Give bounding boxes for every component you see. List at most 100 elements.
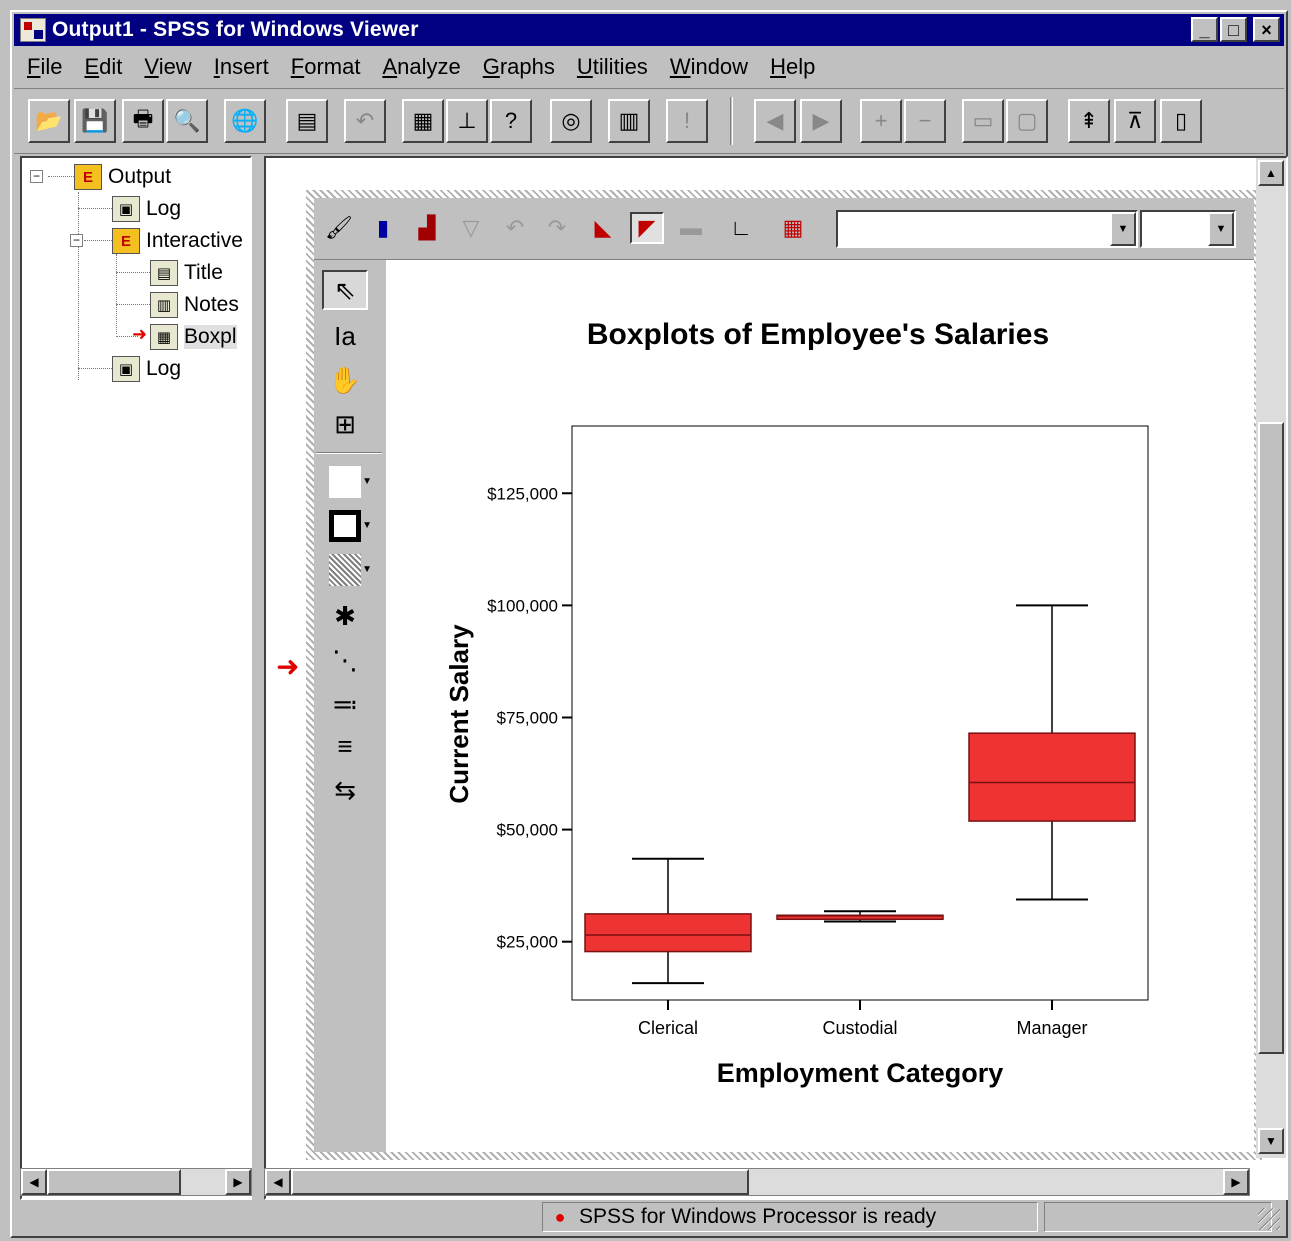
axis-icon[interactable]: ∟ bbox=[724, 212, 758, 244]
fill-color-tool[interactable]: ▼ bbox=[322, 462, 372, 502]
scroll-down-arrow-icon[interactable]: ▼ bbox=[1258, 1128, 1284, 1154]
hand-tool-icon[interactable]: ✋ bbox=[322, 360, 368, 400]
menu-view[interactable]: View bbox=[133, 54, 202, 80]
status-cell-empty bbox=[1044, 1202, 1272, 1232]
chevron-down-icon[interactable]: ▼ bbox=[1110, 212, 1136, 246]
content-horizontal-scrollbar[interactable]: ◀ ▶ bbox=[264, 1168, 1250, 1196]
spss-app-icon[interactable] bbox=[20, 18, 46, 42]
size-combo[interactable]: ▼ bbox=[1140, 210, 1236, 248]
menu-utilities[interactable]: Utilities bbox=[566, 54, 659, 80]
menu-edit[interactable]: Edit bbox=[73, 54, 133, 80]
use-sets-icon[interactable]: ◎ bbox=[550, 99, 592, 143]
filter-icon[interactable]: ▽ bbox=[454, 212, 488, 244]
undo-icon[interactable]: ↶ bbox=[344, 99, 386, 143]
back-arrow-icon[interactable]: ◀ bbox=[754, 99, 796, 143]
chart-undo-icon[interactable]: ↶ bbox=[498, 212, 532, 244]
insert-heading-icon[interactable]: ⇞ bbox=[1068, 99, 1110, 143]
collapse-icon[interactable]: − bbox=[904, 99, 946, 143]
marker-tool-icon[interactable]: ✱ bbox=[322, 596, 368, 636]
chart-redo-icon[interactable]: ↷ bbox=[540, 212, 574, 244]
collapse-interactive-toggle[interactable]: − bbox=[70, 234, 83, 247]
arrow-style-tool-icon[interactable]: ⇆ bbox=[322, 770, 368, 810]
menu-bar: File Edit View Insert Format Analyze Gra… bbox=[16, 50, 826, 84]
menu-analyze[interactable]: Analyze bbox=[371, 54, 471, 80]
tree-connector bbox=[78, 192, 79, 380]
chart-properties-icon[interactable]: ▦ bbox=[776, 212, 810, 244]
close-button[interactable]: × bbox=[1253, 17, 1280, 42]
tree-item-title[interactable]: ▤ Title bbox=[150, 258, 223, 288]
box-clerical bbox=[584, 913, 752, 953]
dialog-recall-icon[interactable]: ▤ bbox=[286, 99, 328, 143]
menu-format[interactable]: Format bbox=[280, 54, 372, 80]
tree-connector bbox=[116, 272, 150, 273]
goto-case-icon[interactable]: ⊥ bbox=[446, 99, 488, 143]
rotate-2d-icon[interactable]: ◣ bbox=[586, 212, 620, 244]
variables-icon[interactable]: ? bbox=[490, 99, 532, 143]
pointer-tool-icon[interactable]: ⇖ bbox=[322, 270, 368, 310]
title-bar[interactable]: Output1 - SPSS for Windows Viewer _ □ × bbox=[14, 14, 1284, 46]
print-preview-icon[interactable]: 🔍 bbox=[166, 99, 208, 143]
minimize-button[interactable]: _ bbox=[1191, 17, 1218, 42]
content-vertical-scrollbar[interactable]: ▲ ▼ bbox=[1256, 158, 1286, 1158]
designate-window-icon[interactable]: ▥ bbox=[608, 99, 650, 143]
fill-color-swatch bbox=[329, 466, 361, 498]
print-icon[interactable]: 🖶 bbox=[122, 99, 164, 143]
menu-graphs[interactable]: Graphs bbox=[472, 54, 566, 80]
scroll-left-arrow-icon[interactable]: ◀ bbox=[21, 1169, 47, 1195]
tree-item-interactive[interactable]: E Interactive bbox=[112, 226, 243, 256]
scroll-left-arrow-icon[interactable]: ◀ bbox=[265, 1169, 291, 1195]
export-icon[interactable]: 🌐 bbox=[224, 99, 266, 143]
menu-insert[interactable]: Insert bbox=[203, 54, 280, 80]
outline-horizontal-scrollbar[interactable]: ◀ ▶ bbox=[20, 1168, 252, 1196]
x-tick-label: Manager bbox=[1016, 1018, 1087, 1038]
outline-pane[interactable]: − − E Output ▣ Log E Interactive ▤ Title… bbox=[20, 156, 252, 1200]
content-pane[interactable]: 🖌 ▮ ▟ ▽ ↶ ↷ ◣ ◤ ▬ ∟ ▦ ▼ ▼ ⇖ Ia ✋ ⊞ ▼ ▼ ▼… bbox=[264, 156, 1288, 1200]
expand-icon[interactable]: + bbox=[860, 99, 902, 143]
forward-arrow-icon[interactable]: ▶ bbox=[800, 99, 842, 143]
pattern-tool[interactable]: ▼ bbox=[322, 550, 372, 590]
toolbar-separator bbox=[730, 97, 733, 145]
scroll-thumb[interactable] bbox=[291, 1169, 749, 1195]
tree-item-notes[interactable]: ▥ Notes bbox=[150, 290, 239, 320]
insert-text-icon[interactable]: ▯ bbox=[1160, 99, 1202, 143]
run-icon[interactable]: ! bbox=[666, 99, 708, 143]
maximize-button[interactable]: □ bbox=[1220, 17, 1247, 42]
tree-item-log[interactable]: ▣ Log bbox=[112, 194, 181, 224]
scroll-thumb[interactable] bbox=[1258, 422, 1284, 1054]
border-color-tool[interactable]: ▼ bbox=[322, 506, 372, 546]
chart-edit-frame[interactable]: 🖌 ▮ ▟ ▽ ↶ ↷ ◣ ◤ ▬ ∟ ▦ ▼ ▼ ⇖ Ia ✋ ⊞ ▼ ▼ ▼… bbox=[306, 190, 1262, 1160]
open-folder-icon[interactable]: 📂 bbox=[28, 99, 70, 143]
menu-window[interactable]: Window bbox=[659, 54, 759, 80]
line-weight-tool-icon[interactable]: ≡ bbox=[322, 726, 368, 766]
chart-manager-icon[interactable]: 🖌 bbox=[322, 212, 356, 244]
scroll-up-arrow-icon[interactable]: ▲ bbox=[1258, 160, 1284, 186]
boxplot-chart[interactable]: Boxplots of Employee's Salaries $25,000 $5… bbox=[386, 260, 1246, 1150]
show-icon[interactable]: ▭ bbox=[962, 99, 1004, 143]
chart-type-icon[interactable]: ▟ bbox=[410, 212, 444, 244]
insert-title-icon[interactable]: ⊼ bbox=[1114, 99, 1156, 143]
chevron-down-icon[interactable]: ▼ bbox=[1208, 212, 1234, 246]
resize-grip-icon[interactable] bbox=[1258, 1208, 1280, 1230]
scroll-right-arrow-icon[interactable]: ▶ bbox=[1223, 1169, 1249, 1195]
scroll-right-arrow-icon[interactable]: ▶ bbox=[225, 1169, 251, 1195]
menu-file[interactable]: File bbox=[16, 54, 73, 80]
tree-item-log-2[interactable]: ▣ Log bbox=[112, 354, 181, 384]
line-style-tool-icon[interactable]: ⋱ bbox=[322, 640, 368, 680]
dash-style-tool-icon[interactable]: ≕ bbox=[322, 684, 368, 724]
insert-element-icon[interactable]: ▮ bbox=[366, 212, 400, 244]
frame-tool-icon[interactable]: ⊞ bbox=[322, 404, 368, 444]
legend-icon[interactable]: ▬ bbox=[674, 212, 708, 244]
text-tool-icon[interactable]: Ia bbox=[322, 316, 368, 356]
save-icon[interactable]: 💾 bbox=[74, 99, 116, 143]
scroll-thumb[interactable] bbox=[47, 1169, 181, 1195]
style-combo[interactable]: ▼ bbox=[836, 210, 1138, 248]
goto-data-icon[interactable]: ▦ bbox=[402, 99, 444, 143]
chevron-down-icon: ▼ bbox=[362, 476, 372, 487]
tree-item-output[interactable]: E Output bbox=[74, 162, 171, 192]
tree-item-boxplot[interactable]: ▦ Boxpl bbox=[150, 322, 237, 352]
rotate-3d-icon[interactable]: ◤ bbox=[630, 212, 664, 244]
y-tick-label: $125,000 bbox=[487, 484, 558, 503]
hide-icon[interactable]: ▢ bbox=[1006, 99, 1048, 143]
collapse-output-toggle[interactable]: − bbox=[30, 170, 43, 183]
menu-help[interactable]: Help bbox=[759, 54, 826, 80]
